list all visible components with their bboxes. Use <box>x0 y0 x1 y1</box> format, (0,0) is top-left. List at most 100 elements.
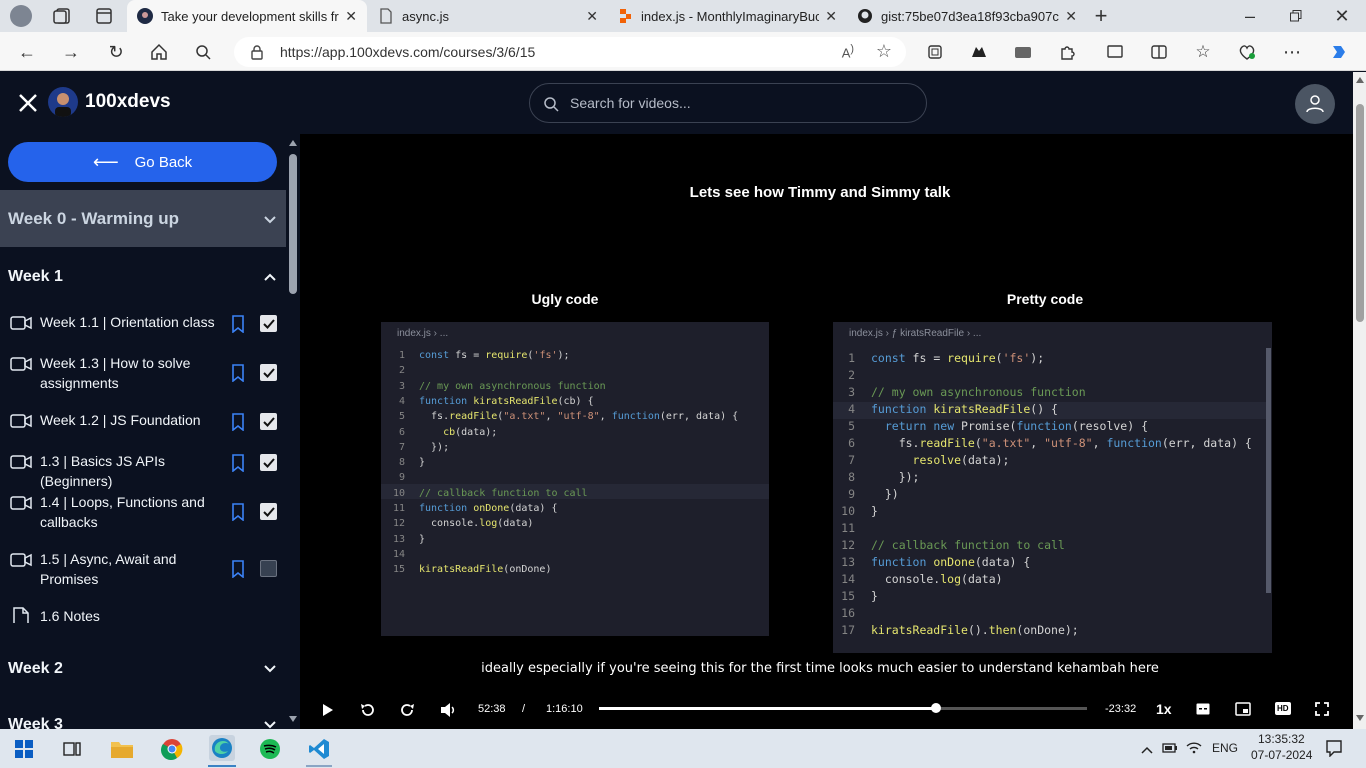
split-screen-icon[interactable] <box>1146 39 1172 65</box>
progress-bar[interactable] <box>599 703 1087 713</box>
lesson-item[interactable]: 1.4 | Loops, Functions and callbacks <box>0 492 286 534</box>
tab-replit[interactable]: index.js - MonthlyImaginaryBuck ✕ <box>607 0 847 32</box>
video-player[interactable]: Lets see how Timmy and Simmy talk Ugly c… <box>300 134 1353 729</box>
scroll-up-arrow[interactable] <box>1356 77 1364 83</box>
lesson-item[interactable]: Week 1.1 | Orientation class <box>0 312 286 336</box>
bookmark-icon[interactable] <box>231 315 245 333</box>
completed-checkbox[interactable] <box>260 364 277 381</box>
code-line: 5 fs.readFile("a.txt", "utf-8", function… <box>381 409 821 424</box>
brand-avatar[interactable] <box>48 87 78 117</box>
minimize-icon[interactable]: – <box>1237 3 1263 29</box>
section-week-0[interactable]: Week 0 - Warming up <box>0 190 286 247</box>
fullscreen-icon[interactable] <box>1315 702 1329 719</box>
close-icon[interactable]: ✕ <box>825 8 837 25</box>
extension-box-icon[interactable] <box>1010 39 1036 65</box>
wifi-icon[interactable] <box>1186 740 1202 759</box>
bookmark-icon[interactable] <box>231 364 245 382</box>
url-field[interactable]: https://app.100xdevs.com/courses/3/6/15 … <box>234 37 906 67</box>
battery-icon[interactable] <box>1162 741 1178 759</box>
play-icon[interactable] <box>322 703 334 720</box>
completed-checkbox[interactable] <box>260 503 277 520</box>
extension-cat-icon[interactable] <box>966 39 992 65</box>
completed-checkbox[interactable] <box>260 413 277 430</box>
forward-icon[interactable] <box>399 702 415 721</box>
section-week-2[interactable]: Week 2 <box>0 654 286 684</box>
lesson-item[interactable]: Week 1.2 | JS Foundation <box>0 410 286 434</box>
scrollbar-thumb[interactable] <box>1356 104 1364 322</box>
completed-checkbox[interactable] <box>260 315 277 332</box>
lesson-item[interactable]: Week 1.3 | How to solve assignments <box>0 353 286 395</box>
task-view-icon[interactable] <box>60 737 84 761</box>
favorites-icon[interactable]: ☆ <box>1190 39 1216 65</box>
close-icon[interactable]: ✕ <box>345 8 357 25</box>
edge-icon[interactable] <box>209 735 235 761</box>
clock-date[interactable]: 07-07-2024 <box>1251 748 1312 762</box>
search-icon[interactable] <box>190 39 216 65</box>
forward-icon[interactable]: → <box>58 39 84 65</box>
copilot-icon[interactable] <box>1326 39 1352 65</box>
refresh-icon[interactable]: ↻ <box>103 39 129 65</box>
extensions-puzzle-icon[interactable] <box>1054 39 1080 65</box>
read-aloud-icon[interactable]: A) <box>842 43 854 60</box>
progress-knob[interactable] <box>930 703 941 713</box>
scroll-down-arrow[interactable] <box>1356 715 1364 721</box>
bookmark-icon[interactable] <box>231 560 245 578</box>
section-week-3[interactable]: Week 3 <box>0 710 286 729</box>
go-back-button[interactable]: ⟵ Go Back <box>8 142 277 182</box>
new-tab-icon[interactable]: + <box>1088 3 1114 29</box>
tab-gist[interactable]: gist:75be07d3ea18f93cba907c85 ✕ <box>847 0 1087 32</box>
hd-quality-icon[interactable]: HD <box>1275 702 1291 715</box>
close-sidebar-icon[interactable] <box>16 91 40 120</box>
chrome-icon[interactable] <box>160 737 184 761</box>
bookmark-icon[interactable] <box>231 413 245 431</box>
bookmark-icon[interactable] <box>231 454 245 472</box>
code-text: fs.readFile("a.txt", "utf-8", function(e… <box>871 436 1252 450</box>
spotify-icon[interactable] <box>258 737 282 761</box>
notes-item[interactable]: 1.6 Notes <box>0 606 286 630</box>
cast-icon[interactable] <box>1102 39 1128 65</box>
scroll-up-arrow[interactable] <box>289 140 297 146</box>
windows-start-icon[interactable] <box>12 737 36 761</box>
browser-essentials-icon[interactable] <box>1234 39 1260 65</box>
chevron-up-icon[interactable] <box>1141 741 1153 759</box>
bookmark-icon[interactable] <box>231 503 245 521</box>
collections-icon[interactable] <box>922 39 948 65</box>
back-icon[interactable]: ← <box>14 39 40 65</box>
captions-icon[interactable] <box>1196 703 1210 718</box>
code-line: 10} <box>833 503 1273 520</box>
search-input[interactable]: Search for videos... <box>529 83 927 123</box>
brand-name[interactable]: 100xdevs <box>85 91 171 113</box>
tab-async-js[interactable]: async.js ✕ <box>368 0 608 32</box>
file-explorer-icon[interactable] <box>110 737 134 761</box>
more-options-icon[interactable]: ⋯ <box>1279 39 1305 65</box>
user-profile-button[interactable] <box>1295 84 1335 124</box>
lesson-item[interactable]: 1.5 | Async, Await and Promises <box>0 549 286 591</box>
completed-checkbox[interactable] <box>260 454 277 471</box>
scroll-down-arrow[interactable] <box>289 716 297 722</box>
profile-icon[interactable] <box>8 3 34 29</box>
tab-100xdevs[interactable]: Take your development skills fro ✕ <box>127 0 367 32</box>
language-indicator[interactable]: ENG <box>1212 741 1238 755</box>
notifications-icon[interactable] <box>1325 739 1343 762</box>
incomplete-checkbox[interactable] <box>260 560 277 577</box>
close-icon[interactable]: ✕ <box>1065 8 1077 25</box>
picture-in-picture-icon[interactable] <box>1235 702 1251 719</box>
scrollbar-thumb[interactable] <box>289 154 297 294</box>
clock-time[interactable]: 13:35:32 <box>1258 732 1305 746</box>
favorite-star-icon[interactable]: ☆ <box>876 41 892 62</box>
vscode-icon[interactable] <box>307 737 331 761</box>
restore-icon[interactable] <box>1283 3 1309 29</box>
rewind-icon[interactable] <box>360 702 376 721</box>
playback-speed[interactable]: 1x <box>1156 701 1172 717</box>
close-icon[interactable]: ✕ <box>586 8 598 25</box>
tab-actions-icon[interactable] <box>91 3 117 29</box>
section-week-1[interactable]: Week 1 <box>0 262 286 292</box>
document-icon <box>13 607 29 623</box>
window-close-icon[interactable]: ✕ <box>1329 3 1355 29</box>
home-icon[interactable] <box>146 39 172 65</box>
workspaces-icon[interactable] <box>49 3 75 29</box>
sidebar-scrollbar[interactable] <box>286 134 300 729</box>
page-scrollbar[interactable] <box>1353 72 1366 729</box>
volume-icon[interactable] <box>440 702 456 721</box>
lesson-item[interactable]: 1.3 | Basics JS APIs (Beginners) <box>0 451 286 489</box>
